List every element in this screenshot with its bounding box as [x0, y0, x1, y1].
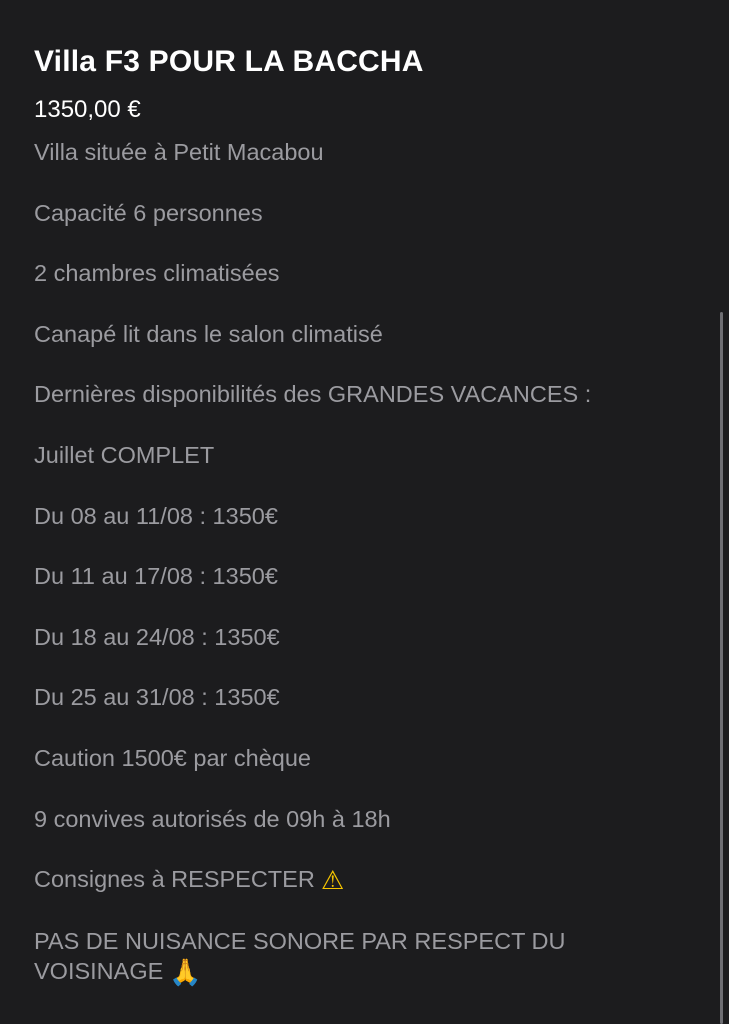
description-line: Capacité 6 personnes	[34, 199, 263, 226]
description-line: Caution 1500€ par chèque	[34, 744, 311, 771]
description-line: 2 chambres climatisées	[34, 260, 280, 287]
rules-text: Consignes à RESPECTER	[34, 866, 315, 893]
warning-icon: ⚠	[320, 866, 345, 897]
description-line: Canapé lit dans le salon climatisé	[34, 320, 383, 347]
description-line: Juillet COMPLET	[34, 441, 215, 468]
description-line: Du 11 au 17/08 : 1350€	[34, 563, 278, 590]
listing-screen: Villa F3 POUR LA BACCHA 1350,00 € Villa …	[0, 0, 729, 1024]
description-line: Du 18 au 24/08 : 1350€	[34, 623, 280, 650]
description-line-noise: PAS DE NUISANCE SONORE PAR RESPECT DU VO…	[34, 926, 634, 988]
listing-description: Villa située à Petit Macabou Capacité 6 …	[34, 136, 694, 988]
description-line: Du 08 au 11/08 : 1350€	[34, 502, 278, 529]
description-line: Du 25 au 31/08 : 1350€	[34, 684, 280, 711]
listing-title: Villa F3 POUR LA BACCHA	[34, 45, 424, 78]
scrollbar[interactable]	[720, 312, 723, 1024]
praying-hands-icon: 🙏	[169, 957, 202, 988]
description-line: 9 convives autorisés de 09h à 18h	[34, 805, 391, 832]
description-line: Dernières disponibilités des GRANDES VAC…	[34, 381, 592, 408]
listing-details: Villa F3 POUR LA BACCHA 1350,00 € Villa …	[34, 40, 694, 1016]
description-line-rules: Consignes à RESPECTER ⚠	[34, 863, 694, 897]
listing-price: 1350,00 €	[34, 96, 141, 123]
description-line: Villa située à Petit Macabou	[34, 139, 324, 165]
noise-rule-text: PAS DE NUISANCE SONORE PAR RESPECT DU VO…	[34, 927, 566, 984]
